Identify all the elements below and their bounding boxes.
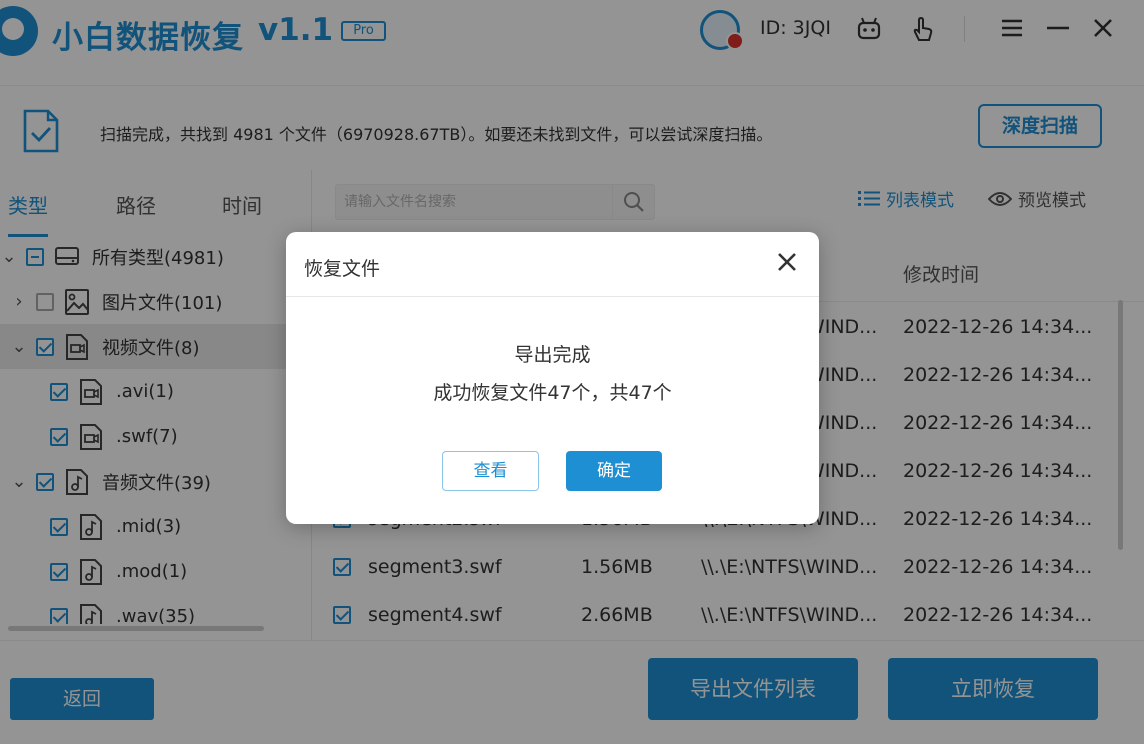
dialog-title: 恢复文件 [304, 258, 381, 280]
dialog-header: 恢复文件 [286, 232, 819, 297]
dialog-message-title: 导出完成 [514, 344, 591, 366]
confirm-button[interactable]: 确定 [566, 451, 662, 491]
view-files-button[interactable]: 查看 [442, 451, 539, 491]
dialog-close-icon[interactable] [773, 248, 801, 276]
dialog-message-detail: 成功恢复文件47个，共47个 [433, 382, 672, 404]
recover-dialog: 恢复文件 导出完成 成功恢复文件47个，共47个 查看 确定 [286, 232, 819, 524]
